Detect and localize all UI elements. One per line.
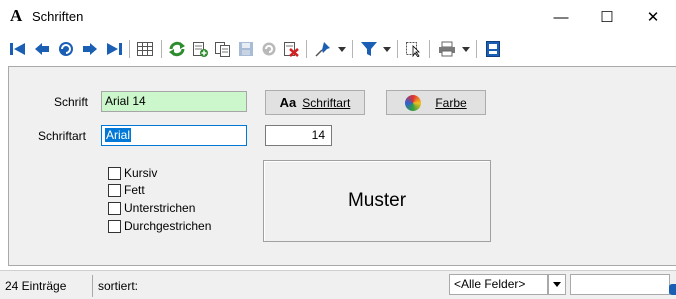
field-select-dropdown[interactable] <box>548 274 566 295</box>
schriftart-button[interactable]: Aa Schriftart <box>265 90 365 115</box>
kursiv-label: Kursiv <box>124 166 158 180</box>
app-font-icon: A <box>10 6 23 25</box>
filter-icon[interactable] <box>359 39 379 59</box>
status-bar: 24 Einträge sortiert: <Alle Felder> <box>0 270 676 299</box>
print-dropdown-arrow[interactable] <box>462 47 470 52</box>
toolbar-separator <box>129 40 130 58</box>
delete-record-icon[interactable] <box>281 39 301 59</box>
maximize-button[interactable]: ☐ <box>584 0 630 34</box>
schriftart-field-selection: Arial <box>105 128 132 142</box>
fett-label: Fett <box>124 183 145 197</box>
schriftart-field[interactable]: Arial <box>101 125 247 146</box>
copy-record-icon[interactable] <box>213 39 233 59</box>
farbe-button-label: Farbe <box>435 95 467 110</box>
toolbar-separator <box>429 40 430 58</box>
undo-icon[interactable] <box>259 39 279 59</box>
chevron-down-icon <box>553 282 561 287</box>
unterstrichen-label: Unterstrichen <box>124 201 196 215</box>
prev-record-icon[interactable] <box>32 39 52 59</box>
refresh-circle-icon[interactable] <box>56 39 76 59</box>
toolbar-separator <box>397 40 398 58</box>
toolbar-separator <box>161 40 162 58</box>
filter-dropdown-arrow[interactable] <box>383 47 391 52</box>
toolbar-separator <box>306 40 307 58</box>
schriftart-label: Schriftart <box>38 129 87 143</box>
sort-label: sortiert: <box>98 279 139 293</box>
preview-box: Muster <box>263 160 491 242</box>
preview-text: Muster <box>347 190 407 211</box>
toolbar-separator <box>476 40 477 58</box>
font-aa-icon: Aa <box>279 95 297 110</box>
first-record-icon[interactable] <box>8 39 28 59</box>
form-panel: Schrift Arial 14 Aa Schriftart Farbe Sch… <box>8 66 676 266</box>
durchgestrichen-checkbox[interactable] <box>108 220 121 233</box>
minimize-button[interactable]: — <box>538 0 584 34</box>
toolbar-separator <box>352 40 353 58</box>
kursiv-checkbox[interactable] <box>108 167 121 180</box>
title-bar: A Schriften — ☐ ✕ <box>0 0 676 34</box>
search-icon[interactable] <box>669 284 676 295</box>
table-view-icon[interactable] <box>135 39 155 59</box>
field-select[interactable]: <Alle Felder> <box>449 274 548 295</box>
record-count: 24 Einträge <box>5 279 67 293</box>
toolbar <box>0 34 676 64</box>
search-input[interactable] <box>570 274 670 295</box>
close-button[interactable]: ✕ <box>630 0 676 34</box>
window-title: Schriften <box>32 9 84 24</box>
durchgestrichen-label: Durchgestrichen <box>124 219 212 233</box>
new-record-icon[interactable] <box>190 39 210 59</box>
farbe-button[interactable]: Farbe <box>386 90 486 115</box>
fett-checkbox[interactable] <box>108 184 121 197</box>
last-record-icon[interactable] <box>104 39 124 59</box>
pin-dropdown-arrow[interactable] <box>338 47 346 52</box>
print-icon[interactable] <box>437 39 457 59</box>
next-record-icon[interactable] <box>80 39 100 59</box>
schrift-field[interactable]: Arial 14 <box>101 91 247 112</box>
close-form-icon[interactable] <box>483 39 503 59</box>
size-field[interactable]: 14 <box>265 125 332 146</box>
schriftart-button-label: Schriftart <box>302 95 351 110</box>
schrift-label: Schrift <box>54 95 89 109</box>
reload-icon[interactable] <box>167 39 187 59</box>
color-wheel-icon <box>405 94 422 111</box>
pin-icon[interactable] <box>313 39 333 59</box>
save-icon[interactable] <box>236 39 256 59</box>
unterstrichen-checkbox[interactable] <box>108 202 121 215</box>
select-cursor-icon[interactable] <box>404 39 424 59</box>
status-divider <box>92 275 93 297</box>
